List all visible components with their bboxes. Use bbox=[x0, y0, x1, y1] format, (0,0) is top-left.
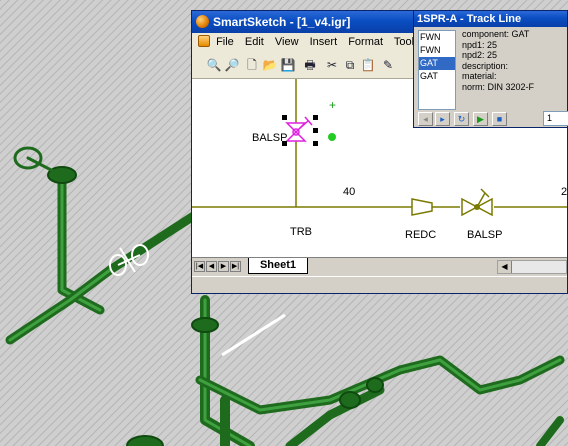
menu-insert[interactable]: Insert bbox=[310, 36, 338, 48]
play-icon[interactable]: ▶ bbox=[473, 112, 488, 126]
component-list[interactable]: FWN FWN GAT GAT bbox=[418, 30, 456, 110]
menu-format[interactable]: Format bbox=[348, 36, 383, 48]
cut-icon[interactable]: ✂ bbox=[324, 57, 340, 73]
valve-stem-node bbox=[474, 204, 480, 210]
prop-npd2: npd2: 25 bbox=[462, 50, 498, 60]
prev-sheet-button[interactable]: ◀ bbox=[206, 261, 217, 272]
smartsketch-app-icon bbox=[196, 15, 209, 28]
list-item[interactable]: FWN bbox=[419, 31, 455, 44]
window-title: SmartSketch - [1_v4.igr] bbox=[213, 15, 351, 29]
scroll-left-icon[interactable]: ◀ bbox=[498, 261, 512, 273]
paste-icon[interactable]: 📋 bbox=[360, 57, 376, 73]
selected-balsp-valve-icon[interactable]: + bbox=[282, 98, 336, 146]
tab-sheet1[interactable]: Sheet1 bbox=[248, 258, 308, 274]
open-file-icon[interactable]: 📂 bbox=[262, 57, 278, 73]
prop-npd1: npd1: 25 bbox=[462, 39, 498, 50]
list-item[interactable]: FWN bbox=[419, 44, 455, 57]
copy-icon[interactable]: ⧉ bbox=[342, 57, 358, 73]
next-sheet-button[interactable]: ▶ bbox=[218, 261, 229, 272]
component-properties: component: GAT npd1: 25 npd2: 25 descrip… bbox=[462, 29, 565, 111]
zoom-in-icon[interactable]: 🔎 bbox=[224, 57, 240, 73]
label-2: 2 bbox=[561, 186, 567, 198]
label-redc: REDC bbox=[405, 229, 437, 241]
track-line-toolbar: ◂ ▸ ↻ ▶ ■ 1 bbox=[416, 111, 568, 127]
stop-icon[interactable]: ■ bbox=[492, 112, 507, 126]
forward-arrow-icon[interactable]: ▸ bbox=[435, 112, 450, 126]
horizontal-scrollbar[interactable]: ◀ bbox=[497, 260, 567, 274]
svg-text:+: + bbox=[329, 98, 336, 112]
prop-material: material: bbox=[462, 71, 497, 81]
prop-norm: norm: DIN 3202-F bbox=[462, 81, 535, 92]
list-item-selected[interactable]: GAT bbox=[419, 57, 455, 70]
sheet-tab-bar: |◀ ◀ ▶ ▶| Sheet1 ◀ bbox=[192, 257, 567, 276]
prop-component: component: GAT bbox=[462, 29, 530, 39]
zoom-out-icon[interactable]: 🔍 bbox=[206, 57, 222, 73]
back-arrow-icon[interactable]: ◂ bbox=[418, 112, 433, 126]
label-40: 40 bbox=[343, 186, 356, 198]
menu-view[interactable]: View bbox=[275, 36, 299, 48]
prop-description: description: bbox=[462, 60, 509, 71]
menu-file[interactable]: File bbox=[216, 36, 234, 48]
track-line-title[interactable]: 1SPR-A - Track Line bbox=[414, 11, 567, 27]
label-trb: TRB bbox=[290, 226, 312, 238]
new-file-icon[interactable]: 🗋 bbox=[244, 57, 260, 73]
menu-edit[interactable]: Edit bbox=[245, 36, 264, 48]
save-icon[interactable]: 💾 bbox=[280, 57, 296, 73]
list-item[interactable]: GAT bbox=[419, 70, 455, 83]
document-icon[interactable] bbox=[198, 35, 210, 47]
print-icon[interactable]: 🖶 bbox=[302, 57, 318, 73]
last-sheet-button[interactable]: ▶| bbox=[230, 261, 241, 272]
track-line-panel[interactable]: 1SPR-A - Track Line FWN FWN GAT GAT comp… bbox=[413, 10, 568, 128]
page-number-field[interactable]: 1 bbox=[543, 111, 568, 126]
status-bar bbox=[192, 276, 567, 293]
label-balsp-bottom: BALSP bbox=[467, 229, 503, 241]
label-balsp-top: BALSP bbox=[252, 132, 288, 144]
brush-icon[interactable]: ✎ bbox=[380, 57, 396, 73]
refresh-icon[interactable]: ↻ bbox=[454, 112, 469, 126]
first-sheet-button[interactable]: |◀ bbox=[194, 261, 205, 272]
